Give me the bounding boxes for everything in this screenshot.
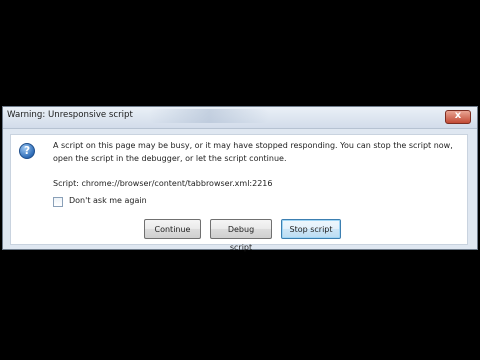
- close-button[interactable]: x: [445, 110, 471, 124]
- continue-button[interactable]: Continue: [144, 219, 201, 239]
- debug-script-button[interactable]: Debug script: [210, 219, 272, 252]
- dialog-message: A script on this page may be busy, or it…: [53, 139, 463, 165]
- stop-script-button[interactable]: Stop script: [281, 219, 341, 239]
- dialog-content-panel: ? A script on this page may be busy, or …: [10, 134, 468, 252]
- dont-ask-label[interactable]: Don't ask me again: [69, 196, 147, 205]
- question-glyph: ?: [23, 145, 31, 157]
- unresponsive-script-dialog: Warning: Unresponsive script x ? A scrip…: [2, 106, 478, 252]
- close-icon: x: [454, 110, 462, 121]
- dialog-title: Warning: Unresponsive script: [7, 110, 133, 120]
- message-line-2: open the script in the debugger, or let …: [53, 154, 287, 163]
- dont-ask-checkbox[interactable]: [53, 197, 63, 207]
- message-line-1: A script on this page may be busy, or it…: [53, 141, 453, 150]
- script-location: Script: chrome://browser/content/tabbrow…: [53, 179, 273, 188]
- question-icon: ?: [19, 143, 35, 159]
- titlebar-blurred-text: [149, 109, 269, 123]
- dialog-titlebar[interactable]: Warning: Unresponsive script x: [3, 107, 477, 129]
